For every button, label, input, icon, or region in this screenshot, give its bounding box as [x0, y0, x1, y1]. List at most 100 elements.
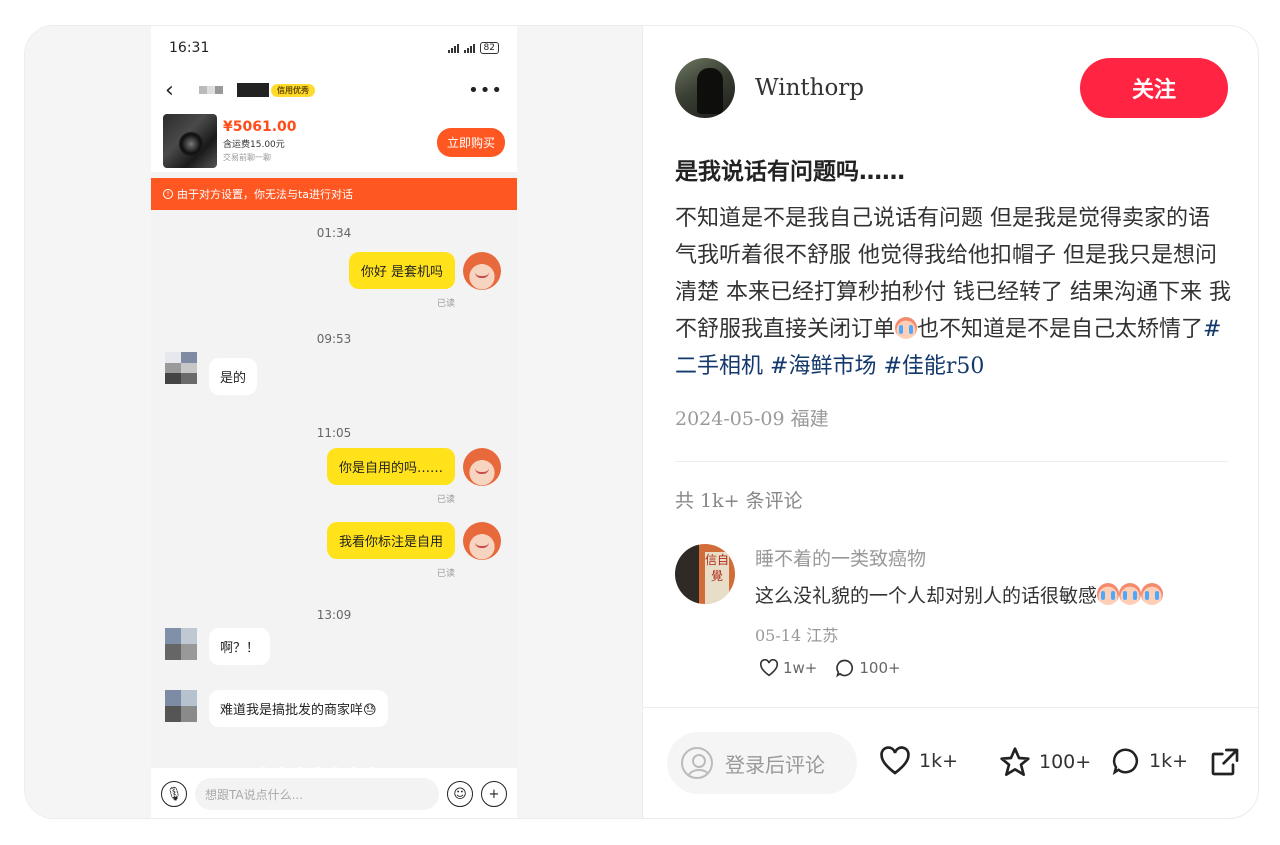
read-receipt: 已读 [436, 569, 455, 579]
comment-button[interactable]: 1k+ [1111, 746, 1188, 776]
comment-text: 这么没礼貌的一个人却对别人的话很敏感 [755, 581, 1164, 608]
divider [675, 461, 1228, 462]
login-to-comment-placeholder: 登录后评论 [725, 752, 825, 777]
chat-input-placeholder: 想跟TA说点什么... [205, 787, 304, 802]
smiley-icon: ☺ [447, 781, 473, 807]
message-incoming: 啊？！ [165, 628, 271, 665]
favorite-button[interactable]: 100+ [999, 746, 1091, 778]
message-bubble: 是的 [209, 358, 258, 395]
timestamp: 13:09 [316, 608, 352, 622]
credit-badge: 信用优秀 [271, 83, 315, 97]
follow-button[interactable]: 关注 [1080, 58, 1228, 118]
post-title: 是我说话有问题吗…… [675, 159, 905, 185]
status-icons: 82 [447, 42, 499, 54]
author-avatar[interactable] [675, 58, 735, 118]
post-action-bar: 登录后评论 1k+ 100+ 1k+ [643, 707, 1258, 818]
favorite-count: 100+ [1039, 751, 1092, 773]
star-icon [1000, 747, 1030, 776]
message-outgoing: 我看你标注是自用 [326, 522, 501, 560]
product-card: ¥5061.00 含运费15.00元 交易前聊一聊 立即购买 [151, 110, 517, 172]
battery-icon: 82 [479, 42, 499, 54]
author-name[interactable]: Winthorp [755, 75, 864, 101]
my-avatar [463, 522, 501, 560]
heart-icon [880, 746, 910, 775]
status-time: 16:31 [169, 40, 210, 56]
comment-like-count: 1w+ [783, 659, 818, 677]
message-bubble: 你好 是套机吗 [348, 252, 455, 289]
message-bubble: 难道我是搞批发的商家咩😓 [209, 690, 388, 727]
signal-icon [447, 43, 459, 53]
product-chat-hint: 交易前聊一聊 [223, 153, 271, 162]
product-price: ¥5061.00 [223, 119, 297, 135]
message-outgoing: 你好 是套机吗 [348, 252, 501, 290]
microphone-icon: 🎙 [161, 781, 187, 807]
comment-reply-button[interactable]: 100+ [835, 658, 901, 678]
message-bubble: 你是自用的吗…… [326, 448, 455, 485]
chat-header: ‹ 信用优秀 ••• [151, 70, 517, 110]
chat-input-bar: 🎙 想跟TA说点什么... ☺ + [151, 767, 517, 818]
crying-emoji-icon [1141, 583, 1164, 605]
phone-status-bar: 16:31 82 [151, 26, 517, 70]
signal-icon-2 [463, 43, 475, 53]
timestamp: 09:53 [316, 332, 352, 346]
chevron-left-icon: ‹ [165, 77, 174, 103]
comment-date-location: 05-14 江苏 [755, 626, 839, 645]
comment-like-button[interactable]: 1w+ [759, 658, 817, 678]
product-shipping: 含运费15.00元 [223, 140, 285, 150]
post-date-location: 2024-05-09 福建 [675, 408, 829, 430]
share-icon [1211, 748, 1239, 776]
like-count: 1k+ [919, 750, 959, 772]
my-avatar [463, 448, 501, 486]
login-to-comment-input[interactable]: 登录后评论 [667, 732, 857, 794]
seller-avatar [165, 690, 197, 722]
share-button[interactable] [1209, 746, 1241, 778]
timestamp: 11:05 [316, 426, 352, 440]
comment-reply-count: 100+ [859, 659, 901, 677]
plus-icon: + [481, 781, 507, 807]
chat-screenshot: 16:31 82 ‹ 信用优秀 ••• ¥5061.00 含运费15.00元 交… [151, 26, 517, 818]
post-image-pane[interactable]: 16:31 82 ‹ 信用优秀 ••• ¥5061.00 含运费15.00元 交… [25, 26, 643, 818]
heart-icon [759, 659, 779, 677]
comment-actions: 1w+ 100+ [759, 658, 901, 678]
crying-emoji-icon [1097, 583, 1120, 605]
chat-input: 想跟TA说点什么... [195, 767, 439, 810]
read-receipt: 已读 [436, 495, 455, 505]
message-outgoing: 你是自用的吗…… [326, 448, 501, 486]
like-button[interactable]: 1k+ [879, 746, 958, 776]
message-bubble: 啊？！ [209, 628, 271, 665]
speech-bubble-icon [1112, 748, 1138, 776]
more-dots-icon: ••• [468, 79, 503, 101]
crying-emoji-icon [1119, 583, 1142, 605]
comment-count: 共 1k+ 条评论 [675, 490, 803, 512]
post-body: 不知道是不是我自己说话有问题 但是我是觉得卖家的语气我听着很不舒服 他觉得我给他… [675, 200, 1231, 385]
speech-bubble-icon [836, 659, 854, 678]
timestamp: 01:34 [316, 226, 352, 240]
hashtag-link[interactable]: #佳能r50 [883, 354, 984, 379]
message-bubble: 我看你标注是自用 [326, 522, 455, 559]
camera-thumbnail [163, 114, 217, 168]
buy-now-button: 立即购买 [436, 128, 505, 157]
blurred-avatar [199, 86, 223, 94]
message-incoming: 是的 [165, 352, 258, 395]
post-detail-pane: Winthorp 关注 是我说话有问题吗…… 不知道是不是我自己说话有问题 但是… [643, 26, 1258, 818]
message-incoming: 难道我是搞批发的商家咩😓 [165, 690, 388, 727]
post-body-tail: 也不知道是不是自己太矫情了 [917, 317, 1204, 342]
read-receipt: 已读 [436, 299, 455, 309]
seller-avatar [165, 628, 197, 660]
image-pager-dots[interactable] [195, 767, 439, 776]
hashtag-link[interactable]: #海鲜市场 [770, 354, 876, 379]
author-row[interactable]: Winthorp [675, 58, 864, 118]
seller-avatar [165, 352, 197, 384]
commenter-name[interactable]: 睡不着的一类致癌物 [755, 544, 926, 571]
blocked-notice: ! 由于对方设置，你无法与ta进行对话 [151, 178, 517, 210]
notice-text: 由于对方设置，你无法与ta进行对话 [177, 188, 354, 201]
comment-total-count: 1k+ [1149, 750, 1189, 772]
info-icon: ! [163, 189, 173, 199]
message-list: 01:34 你好 是套机吗 已读 09:53 是的 11:05 你是自用的吗……… [151, 210, 517, 750]
my-avatar [463, 252, 501, 290]
product-info: ¥5061.00 含运费15.00元 交易前聊一聊 [223, 119, 297, 163]
post-card: 16:31 82 ‹ 信用优秀 ••• ¥5061.00 含运费15.00元 交… [24, 25, 1259, 819]
user-icon [681, 747, 713, 779]
redacted-name [237, 83, 269, 97]
commenter-avatar[interactable]: 信自覺 [675, 544, 735, 604]
